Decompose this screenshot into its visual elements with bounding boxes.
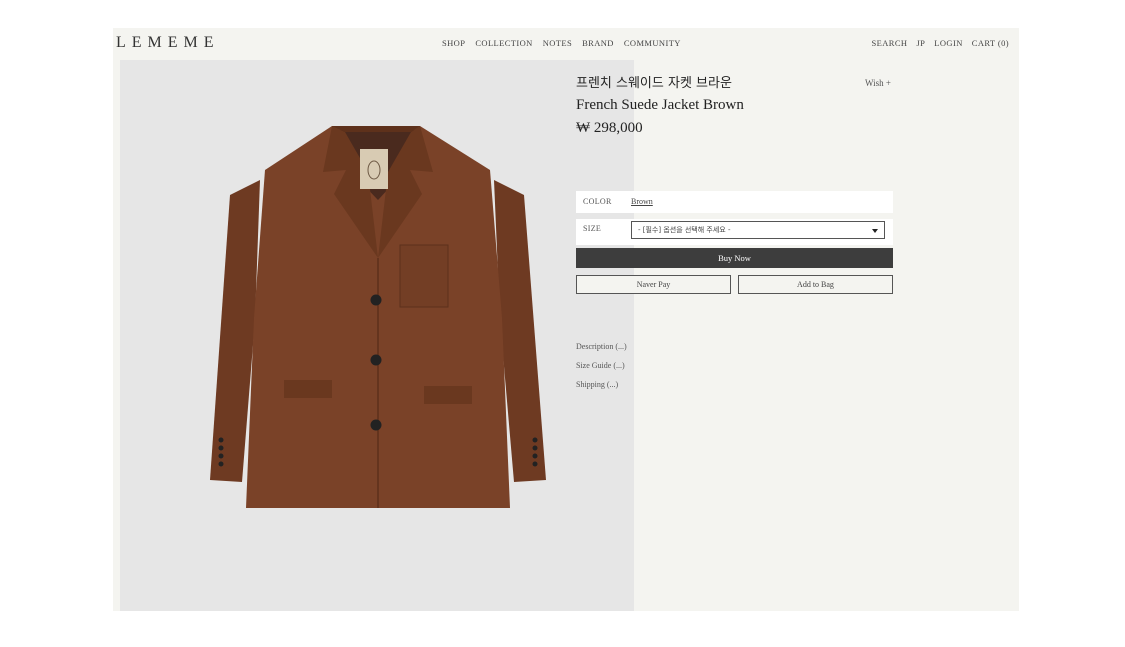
color-option-row: COLOR Brown [576,191,893,213]
size-label: SIZE [583,224,602,233]
nav-shop[interactable]: SHOP [442,38,465,48]
product-price: ₩ 298,000 [576,120,643,136]
product-name-english: French Suede Jacket Brown [576,97,744,113]
add-to-bag-button[interactable]: Add to Bag [738,275,893,294]
description-link[interactable]: Description (...) [576,342,627,351]
size-select-value: - [필수] 옵션을 선택해 주세요 - [638,226,731,234]
buy-now-button[interactable]: Buy Now [576,248,893,268]
size-guide-link[interactable]: Size Guide (...) [576,361,627,370]
cart-link[interactable]: CART (0) [972,38,1009,48]
search-link[interactable]: SEARCH [872,38,908,48]
nav-notes[interactable]: NOTES [543,38,572,48]
size-select[interactable]: - [필수] 옵션을 선택해 주세요 - [631,221,885,239]
login-link[interactable]: LOGIN [934,38,962,48]
product-image [120,60,634,611]
nav-collection[interactable]: COLLECTION [475,38,532,48]
main-nav: SHOP COLLECTION NOTES BRAND COMMUNITY [442,38,681,48]
size-option-row: SIZE - [필수] 옵션을 선택해 주세요 - [576,219,893,245]
product-info: 프렌치 스웨이드 자켓 브라운 French Suede Jacket Brow… [576,72,893,137]
shipping-link[interactable]: Shipping (...) [576,380,627,389]
language-link[interactable]: JP [916,38,925,48]
nav-community[interactable]: COMMUNITY [624,38,681,48]
color-value[interactable]: Brown [631,197,653,206]
naver-pay-button[interactable]: Naver Pay [576,275,731,294]
color-label: COLOR [583,197,612,206]
utility-nav: SEARCH JP LOGIN CART (0) [872,38,1009,48]
nav-brand[interactable]: BRAND [582,38,614,48]
brand-logo[interactable]: LEMEME [116,34,220,52]
top-navigation-bar: LEMEME SHOP COLLECTION NOTES BRAND COMMU… [113,28,1019,60]
product-info-links: Description (...) Size Guide (...) Shipp… [576,342,627,399]
product-name-korean: 프렌치 스웨이드 자켓 브라운 [576,76,732,91]
chevron-down-icon [872,229,878,233]
jacket-illustration [210,126,546,508]
